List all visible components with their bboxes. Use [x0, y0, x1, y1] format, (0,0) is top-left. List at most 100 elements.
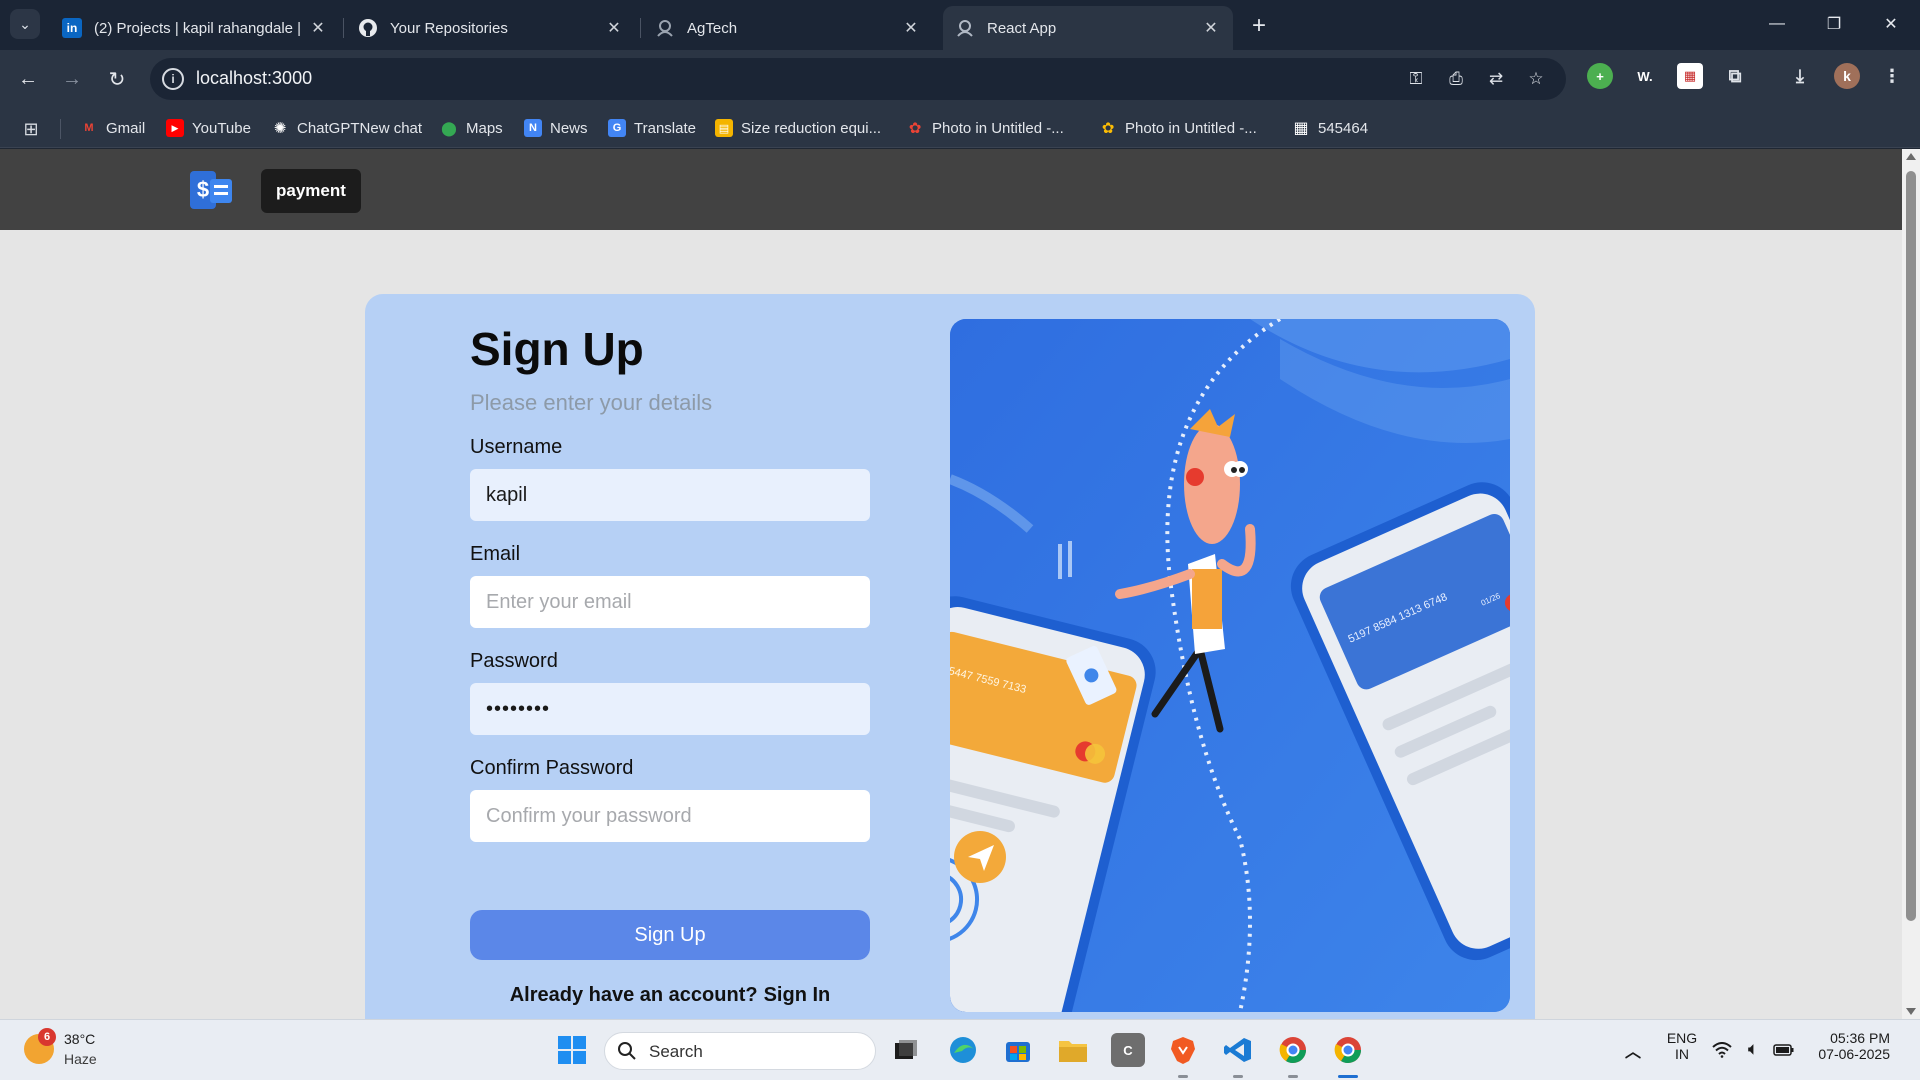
bookmark-545464[interactable]: ▦ 545464 [1292, 114, 1368, 142]
file-explorer-icon[interactable] [1056, 1033, 1090, 1067]
bookmark-label: Size reduction equi... [741, 119, 882, 137]
tab-github[interactable]: Your Repositories ✕ [346, 6, 636, 50]
forward-arrow-icon[interactable]: → [56, 63, 88, 95]
running-indicator [1178, 1075, 1188, 1078]
edge-browser-icon[interactable] [946, 1033, 980, 1067]
bookmark-gmail[interactable]: M Gmail [80, 114, 145, 142]
signin-prompt: Already have an account? Sign In [470, 984, 870, 1007]
task-view-icon[interactable] [889, 1033, 923, 1067]
close-icon[interactable]: ✕ [901, 18, 921, 38]
window-close-icon[interactable]: ✕ [1868, 8, 1914, 40]
bookmark-label: News [550, 119, 588, 137]
tab-label: React App [987, 19, 1057, 37]
battery-icon[interactable] [1772, 1033, 1796, 1067]
bookmark-news[interactable]: N News [524, 114, 588, 142]
signup-card: Sign Up Please enter your details Userna… [365, 294, 1535, 1019]
brand-label[interactable]: payment [261, 169, 361, 213]
windows-start-icon[interactable] [555, 1033, 589, 1067]
reload-icon[interactable]: ↻ [101, 63, 133, 95]
bookmark-size-reduction[interactable]: ▤ Size reduction equi... [715, 114, 881, 142]
bookmark-label: Gmail [106, 119, 146, 137]
address-url[interactable]: localhost:3000 [196, 68, 312, 89]
signin-link[interactable]: Sign In [764, 984, 831, 1006]
bookmark-photo-1[interactable]: ✿ Photo in Untitled -... [906, 114, 1064, 142]
browser-tab-strip: ⌄ in (2) Projects | kapil rahangdale | ✕… [0, 0, 1920, 50]
chevron-up-icon[interactable]: ︿ [1616, 1033, 1650, 1067]
active-indicator [1338, 1075, 1358, 1078]
app-header: $ payment [0, 149, 1902, 230]
vscode-icon[interactable] [1221, 1033, 1255, 1067]
search-icon [618, 1042, 636, 1060]
scroll-up-arrow-icon[interactable] [1906, 153, 1916, 160]
page-scrollbar[interactable] [1902, 149, 1920, 1019]
scroll-down-arrow-icon[interactable] [1906, 1008, 1916, 1015]
close-icon[interactable]: ✕ [308, 18, 328, 38]
payment-illustration: 5447 7559 7133 5197 8584 1313 6748 01/26 [950, 319, 1510, 1012]
photos-icon: ✿ [1101, 120, 1115, 137]
tab-separator [640, 18, 641, 38]
tab-label: Your Repositories [390, 19, 508, 37]
email-input[interactable] [470, 576, 870, 628]
download-icon[interactable]: ⤓ [1787, 63, 1813, 89]
apps-grid-icon[interactable]: ⊞ [20, 118, 42, 140]
language-indicator[interactable]: ENG IN [1664, 1030, 1700, 1062]
bookmark-youtube[interactable]: ▶ YouTube [166, 114, 251, 142]
chrome-profile-icon[interactable] [1276, 1033, 1310, 1067]
taskbar-search-label: Search [649, 1042, 703, 1061]
new-tab-plus-icon[interactable]: + [1245, 12, 1273, 40]
c-app-icon[interactable]: C [1111, 1033, 1145, 1067]
username-label: Username [470, 436, 563, 458]
bookmarks-bar: ⊞ M Gmail ▶ YouTube ✺ ChatGPTNew chat ⬤ … [0, 108, 1920, 148]
translate-page-icon[interactable]: ⇄ [1484, 67, 1508, 91]
install-app-icon[interactable]: ⎙ [1444, 67, 1468, 91]
bookmark-chatgpt[interactable]: ✺ ChatGPTNew chat [271, 114, 422, 142]
clock[interactable]: 05:36 PM 07-06-2025 [1810, 1030, 1890, 1062]
extensions-puzzle-icon[interactable]: ⧉ [1722, 63, 1748, 89]
username-input[interactable] [470, 469, 870, 521]
extension-calendar-icon[interactable]: ▦ [1677, 63, 1703, 89]
extension-w-icon[interactable]: W. [1632, 63, 1658, 89]
back-arrow-icon[interactable]: ← [12, 63, 44, 95]
tab-react-app[interactable]: React App ✕ [943, 6, 1233, 50]
bookmark-label: Photo in Untitled -... [1125, 119, 1257, 137]
region-code: IN [1675, 1046, 1689, 1062]
menu-kebab-icon[interactable]: ⋮ [1879, 63, 1905, 89]
close-icon[interactable]: ✕ [604, 18, 624, 38]
microsoft-store-icon[interactable] [1001, 1033, 1035, 1067]
weather-condition[interactable]: Haze [64, 1051, 97, 1067]
bookmark-photo-2[interactable]: ✿ Photo in Untitled -... [1099, 114, 1257, 142]
taskbar-search[interactable]: Search [604, 1032, 876, 1070]
wifi-icon[interactable] [1710, 1033, 1734, 1067]
page-viewport: $ payment Sign Up Please enter your deta… [0, 149, 1902, 1019]
extension-plus-icon[interactable]: + [1587, 63, 1613, 89]
sheet-icon: ▦ [1293, 120, 1309, 137]
tab-search-chevron-icon[interactable]: ⌄ [10, 9, 40, 39]
close-icon[interactable]: ✕ [1201, 18, 1221, 38]
password-input[interactable] [470, 683, 870, 735]
profile-avatar[interactable]: k [1834, 63, 1860, 89]
restore-icon[interactable]: ❐ [1811, 8, 1857, 40]
brave-browser-icon[interactable] [1166, 1033, 1200, 1067]
weather-temperature[interactable]: 38°C [64, 1031, 95, 1047]
translate-icon: G [608, 119, 626, 137]
tab-agtech[interactable]: AgTech ✕ [643, 6, 933, 50]
tab-label: (2) Projects | kapil rahangdale | [94, 19, 302, 37]
tab-linkedin[interactable]: in (2) Projects | kapil rahangdale | ✕ [50, 6, 340, 50]
payment-logo-icon[interactable]: $ [190, 171, 232, 209]
site-info-icon[interactable]: i [162, 68, 184, 90]
bookmark-star-icon[interactable]: ☆ [1524, 67, 1548, 91]
minimize-icon[interactable]: — [1754, 8, 1800, 40]
scroll-thumb[interactable] [1906, 171, 1916, 921]
form-title: Sign Up [470, 323, 644, 375]
confirm-password-input[interactable] [470, 790, 870, 842]
tab-separator [343, 18, 344, 38]
volume-icon[interactable]: 🔈︎ [1742, 1033, 1764, 1067]
tab-label: AgTech [687, 19, 738, 37]
password-key-icon[interactable]: ⚿ [1404, 67, 1428, 91]
bookmark-translate[interactable]: G Translate [608, 114, 696, 142]
address-bar[interactable]: i localhost:3000 ⚿ ⎙ ⇄ ☆ [150, 58, 1566, 100]
photos-icon: ✿ [908, 120, 922, 137]
chrome-active-icon[interactable] [1331, 1033, 1365, 1067]
signup-button[interactable]: Sign Up [470, 910, 870, 960]
bookmark-maps[interactable]: ⬤ Maps [440, 114, 503, 142]
